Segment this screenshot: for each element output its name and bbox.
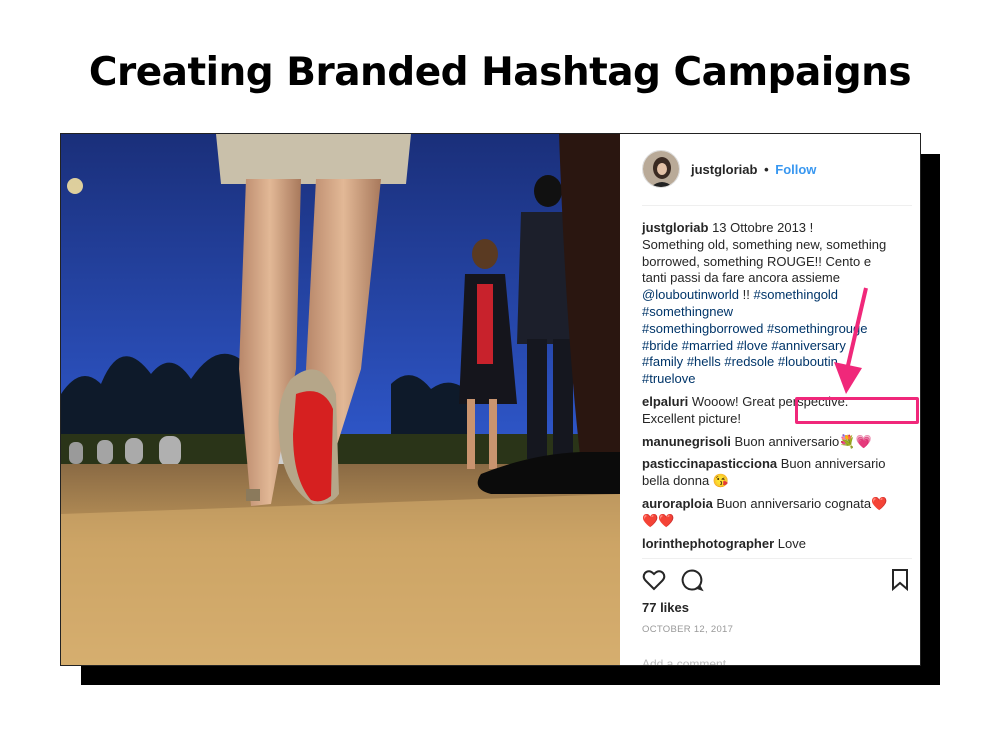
hashtag-link[interactable]: #truelove: [642, 371, 695, 386]
comment-username[interactable]: lorinthephotographer: [642, 536, 774, 551]
action-bar: [642, 568, 912, 596]
post-date: OCTOBER 12, 2017: [642, 624, 734, 635]
hashtag-link[interactable]: #bride: [642, 338, 678, 353]
comment-text: Buon anniversario💐💗: [730, 433, 872, 449]
comment: lorinthephotographer Love: [642, 536, 912, 553]
comment-text: Buon anniversario: [777, 456, 886, 472]
divider: [642, 558, 912, 559]
caption-text: Something old, something new, something: [642, 236, 887, 252]
follow-button[interactable]: Follow: [775, 162, 816, 177]
comment-text: Love: [774, 535, 806, 551]
comment: auroraploia Buon anniversario cognata❤️ …: [642, 496, 912, 530]
comment-text: bella donna 😘: [642, 473, 730, 489]
hashtag-link[interactable]: #somethingnew: [642, 304, 733, 319]
avatar[interactable]: [642, 150, 680, 188]
hashtag-link[interactable]: #somethingborrowed: [642, 321, 763, 336]
caption-text: !!: [739, 287, 754, 303]
comments-list: justgloriab 13 Ottobre 2013 ! Something …: [642, 220, 919, 558]
hashtag-link[interactable]: #hells: [687, 354, 721, 369]
comment-username[interactable]: auroraploia: [642, 496, 713, 511]
mention-link[interactable]: @louboutinworld: [642, 287, 739, 302]
bookmark-icon[interactable]: [890, 568, 910, 592]
comment: manunegrisoli Buon anniversario💐💗: [642, 434, 912, 451]
hashtag-link[interactable]: #louboutin: [778, 354, 838, 369]
comment-username[interactable]: manunegrisoli: [642, 434, 731, 449]
caption-text: borrowed, something ROUGE!! Cento e: [642, 253, 872, 269]
comment-text: ❤️❤️: [642, 512, 675, 528]
post-side-panel: justgloriab • Follow justgloriab 13 Otto…: [620, 134, 920, 665]
caption-username[interactable]: justgloriab: [642, 220, 708, 235]
comment-username[interactable]: pasticcinapasticciona: [642, 456, 777, 471]
post-header: justgloriab • Follow: [642, 150, 912, 206]
comment-username[interactable]: elpaluri: [642, 394, 688, 409]
post-photo[interactable]: [61, 134, 620, 665]
arrow-icon: [834, 287, 868, 394]
post-username[interactable]: justgloriab: [691, 162, 757, 177]
instagram-post-card: justgloriab • Follow justgloriab 13 Otto…: [60, 133, 921, 666]
hashtag-link[interactable]: #married: [682, 338, 733, 353]
comment-icon[interactable]: [680, 568, 704, 592]
heart-icon[interactable]: [642, 568, 666, 592]
hashtag-link[interactable]: #family: [642, 354, 683, 369]
likes-count[interactable]: 77 likes: [642, 600, 689, 615]
hashtag-link[interactable]: #redsole: [724, 354, 774, 369]
hashtag-highlight-box: [795, 397, 919, 424]
comment: pasticcinapasticciona Buon anniversario …: [642, 456, 912, 490]
hashtag-link[interactable]: #somethingold: [753, 287, 838, 302]
hashtag-link[interactable]: #love: [737, 338, 768, 353]
separator-dot: •: [764, 162, 769, 177]
add-comment-input[interactable]: Add a comment...: [642, 657, 736, 665]
page-title: Creating Branded Hashtag Campaigns: [88, 50, 912, 95]
caption-text: tanti passi da fare ancora assieme: [642, 270, 840, 286]
comment-text: Buon anniversario cognata❤️: [712, 495, 888, 511]
caption-text: 13 Ottobre 2013 !: [708, 220, 814, 235]
